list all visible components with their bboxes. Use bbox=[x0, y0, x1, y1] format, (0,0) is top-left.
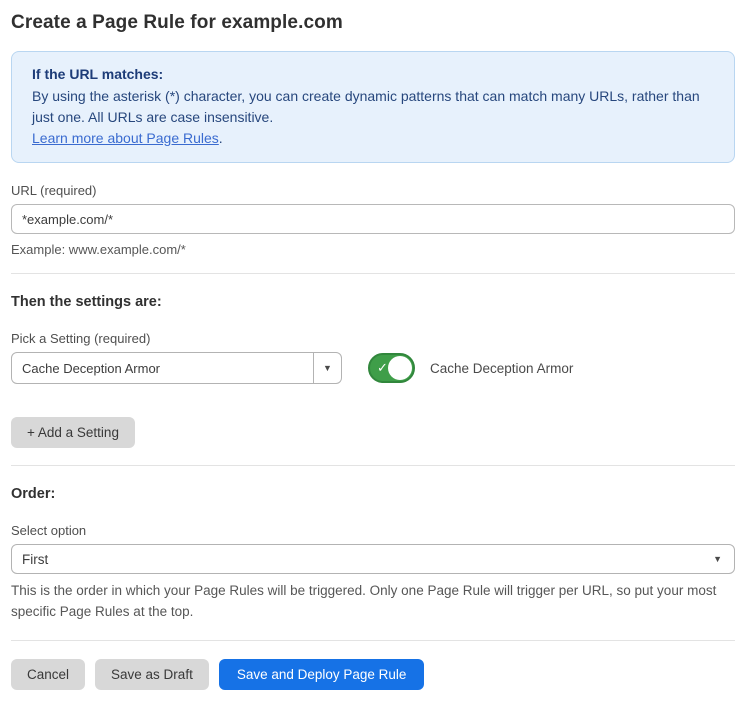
divider bbox=[11, 273, 735, 274]
toggle-knob[interactable] bbox=[388, 356, 412, 380]
order-select-label: Select option bbox=[11, 523, 735, 538]
setting-select-value: Cache Deception Armor bbox=[12, 353, 313, 383]
order-section-heading: Order: bbox=[11, 486, 735, 502]
order-select-value: First bbox=[22, 552, 713, 567]
create-page-rule-form: Create a Page Rule for example.com If th… bbox=[0, 0, 750, 710]
divider bbox=[11, 640, 735, 641]
check-icon: ✓ bbox=[377, 361, 388, 374]
add-setting-button[interactable]: + Add a Setting bbox=[11, 417, 135, 448]
info-box-heading: If the URL matches: bbox=[32, 64, 714, 85]
setting-select[interactable]: Cache Deception Armor ▼ bbox=[11, 352, 342, 384]
url-label: URL (required) bbox=[11, 183, 735, 198]
page-title: Create a Page Rule for example.com bbox=[11, 12, 735, 34]
info-box-body: By using the asterisk (*) character, you… bbox=[32, 86, 714, 128]
order-select[interactable]: First ▼ bbox=[11, 544, 735, 574]
footer-actions: Cancel Save as Draft Save and Deploy Pag… bbox=[11, 659, 735, 690]
url-input[interactable] bbox=[11, 204, 735, 234]
info-box-link-line: Learn more about Page Rules. bbox=[32, 128, 714, 149]
setting-row: Cache Deception Armor ▼ ✓ Cache Deceptio… bbox=[11, 352, 735, 384]
settings-section-heading: Then the settings are: bbox=[11, 294, 735, 310]
save-and-deploy-button[interactable]: Save and Deploy Page Rule bbox=[219, 659, 425, 690]
save-as-draft-button[interactable]: Save as Draft bbox=[95, 659, 209, 690]
dropdown-arrow-icon[interactable]: ▼ bbox=[313, 353, 341, 383]
url-match-info-box: If the URL matches: By using the asteris… bbox=[11, 51, 735, 163]
cancel-button[interactable]: Cancel bbox=[11, 659, 85, 690]
pick-setting-label: Pick a Setting (required) bbox=[11, 331, 735, 346]
order-helper-text: This is the order in which your Page Rul… bbox=[11, 580, 731, 622]
learn-more-link[interactable]: Learn more about Page Rules bbox=[32, 130, 219, 146]
dropdown-arrow-icon: ▼ bbox=[713, 554, 722, 564]
setting-toggle[interactable]: ✓ bbox=[368, 353, 415, 383]
link-period: . bbox=[219, 130, 223, 146]
url-example-helper: Example: www.example.com/* bbox=[11, 241, 735, 258]
divider bbox=[11, 465, 735, 466]
setting-toggle-label: Cache Deception Armor bbox=[430, 361, 573, 376]
